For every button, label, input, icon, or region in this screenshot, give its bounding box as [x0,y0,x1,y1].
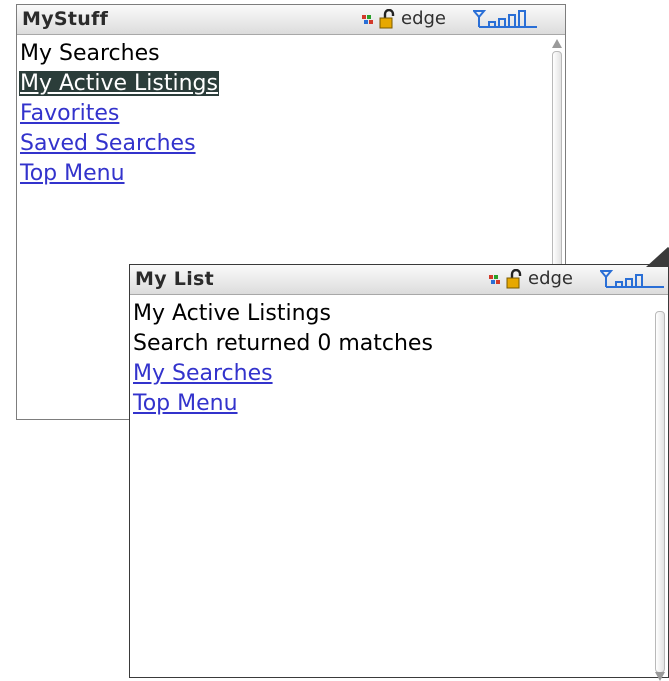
screen-title: My List [135,268,215,290]
signal-strength-icon [473,10,537,28]
up-arrow-icon[interactable] [646,247,669,267]
lock-icon [506,269,522,289]
lock-icon [379,9,395,29]
signal-strength-icon [600,270,664,288]
menu-list: My Searches My Active Listings Favorites… [19,39,543,189]
list-content: My Active Listings Search returned 0 mat… [132,299,646,419]
scroll-down-arrow-icon[interactable] [655,672,665,681]
my-list-screen: My List edge My Active Listings Search r… [129,264,669,681]
status-area: edge [488,268,669,291]
menu-item-my-active-listings[interactable]: My Active Listings [19,69,543,99]
data-transfer-icon [362,15,373,24]
title-bar: MyStuff edge [17,5,565,35]
scroll-up-arrow-icon[interactable] [552,39,562,48]
menu-item-my-searches: My Searches [20,41,160,66]
data-transfer-icon [489,275,500,284]
menu-item-saved-searches[interactable]: Saved Searches [19,129,543,159]
menu-item-favorites[interactable]: Favorites [19,99,543,129]
screen-title: MyStuff [22,8,109,30]
network-label: edge [528,268,573,289]
menu-item-top-menu[interactable]: Top Menu [19,159,543,189]
list-heading: My Active Listings [133,301,331,326]
title-bar: My List edge [130,265,668,295]
scrollbar[interactable] [655,299,665,681]
scroll-track[interactable] [655,311,665,673]
link-my-searches[interactable]: My Searches [132,359,646,389]
search-result-message: Search returned 0 matches [133,331,433,356]
status-area: edge [361,8,543,31]
link-top-menu[interactable]: Top Menu [132,389,646,419]
network-label: edge [401,8,446,29]
